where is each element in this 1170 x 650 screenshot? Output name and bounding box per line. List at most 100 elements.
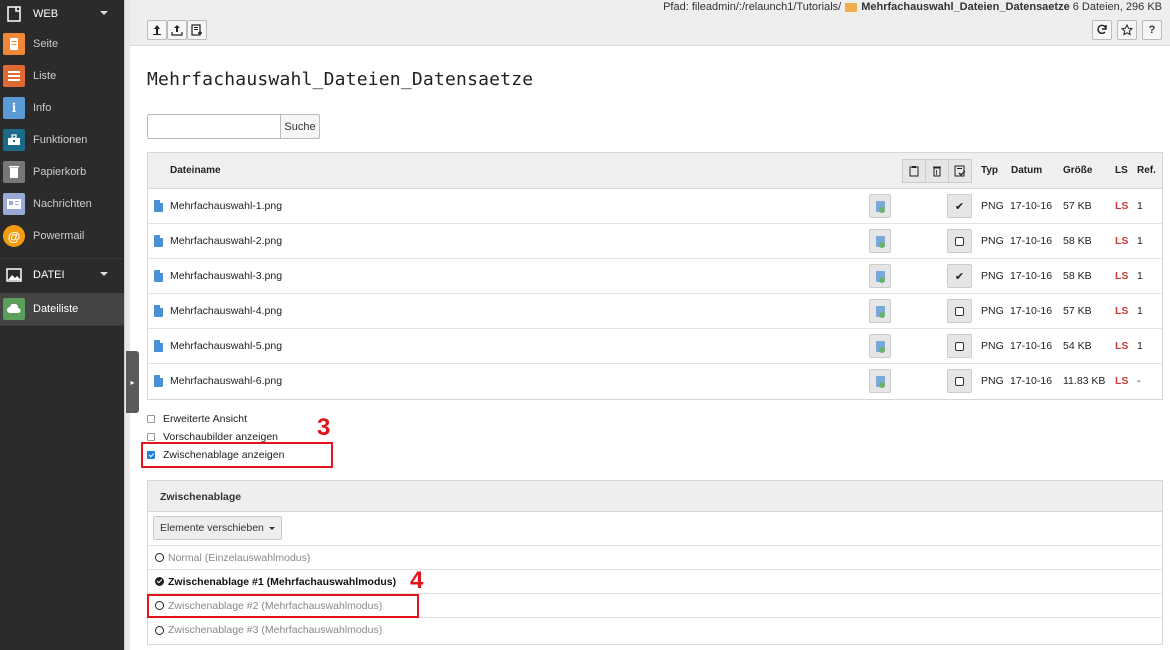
check-circle-icon[interactable] xyxy=(155,577,164,586)
file-refs[interactable]: 1 xyxy=(1137,270,1143,282)
module-item-seite[interactable]: Seite xyxy=(0,28,124,60)
new-file-button[interactable] xyxy=(187,20,207,40)
thumbnail-button[interactable] xyxy=(869,264,891,288)
file-name[interactable]: Mehrfachauswahl-5.png xyxy=(170,340,282,352)
file-refs[interactable]: 1 xyxy=(1137,305,1143,317)
table-row: Mehrfachauswahl-4.png PNG 17-10-16 57 KB… xyxy=(148,294,1162,329)
module-item-info[interactable]: i Info xyxy=(0,92,124,124)
sidebar-toggle-button[interactable]: ▸ xyxy=(126,351,139,413)
file-date: 17-10-16 xyxy=(1010,340,1053,352)
column-header-size[interactable]: Größe xyxy=(1063,165,1092,176)
thumbnail-button[interactable] xyxy=(869,334,891,358)
ls-link[interactable]: LS xyxy=(1115,340,1128,352)
select-checkbox[interactable]: ✔ xyxy=(947,194,972,218)
ls-link[interactable]: LS xyxy=(1115,270,1128,282)
file-name[interactable]: Mehrfachauswahl-6.png xyxy=(170,375,282,387)
column-header-type[interactable]: Typ xyxy=(981,165,998,176)
table-row: Mehrfachauswahl-5.png PNG 17-10-16 54 KB… xyxy=(148,329,1162,364)
radio-icon[interactable] xyxy=(155,553,164,562)
image-file-icon[interactable] xyxy=(154,375,163,387)
breadcrumb: Pfad: fileadmin/:/relaunch1/Tutorials/ M… xyxy=(663,1,1162,13)
module-group-web[interactable]: WEB xyxy=(0,0,124,28)
module-item-papierkorb[interactable]: Papierkorb xyxy=(0,156,124,188)
bookmark-button[interactable] xyxy=(1117,20,1137,40)
search-button[interactable]: Suche xyxy=(280,114,320,139)
file-type: PNG xyxy=(981,270,1004,282)
upload-icon xyxy=(171,25,183,36)
file-refs[interactable]: 1 xyxy=(1137,235,1143,247)
image-file-icon[interactable] xyxy=(154,270,163,282)
trash-icon xyxy=(933,166,941,177)
file-name[interactable]: Mehrfachauswahl-4.png xyxy=(170,305,282,317)
checkbox[interactable] xyxy=(147,415,155,423)
file-name[interactable]: Mehrfachauswahl-3.png xyxy=(170,270,282,282)
upload-level-up-button[interactable] xyxy=(147,20,167,40)
file-size: 11.83 KB xyxy=(1063,375,1106,387)
image-file-icon[interactable] xyxy=(154,200,163,212)
column-header-date[interactable]: Datum xyxy=(1011,165,1042,176)
module-item-label: Info xyxy=(33,102,52,114)
clipboard-title: Zwischenablage xyxy=(148,481,1162,512)
file-type: PNG xyxy=(981,235,1004,247)
thumbnail-button[interactable] xyxy=(869,229,891,253)
file-date: 17-10-16 xyxy=(1010,235,1053,247)
module-group-datei[interactable]: DATEI xyxy=(0,261,124,289)
file-name[interactable]: Mehrfachauswahl-1.png xyxy=(170,200,282,212)
module-item-liste[interactable]: Liste xyxy=(0,60,124,92)
clipboard-mode-3[interactable]: Zwischenablage #3 (Mehrfachauswahlmodus) xyxy=(148,618,1162,642)
clipboard-mode-normal[interactable]: Normal (Einzelauswahlmodus) xyxy=(148,546,1162,570)
select-checkbox[interactable] xyxy=(947,369,972,393)
image-file-icon[interactable] xyxy=(154,305,163,317)
help-icon: ? xyxy=(1148,24,1156,36)
thumbnail-button[interactable] xyxy=(869,369,891,393)
module-item-nachrichten[interactable]: Nachrichten xyxy=(0,188,124,220)
delete-marked-button[interactable] xyxy=(925,159,949,183)
reload-button[interactable] xyxy=(1092,20,1112,40)
check-icon: ✔ xyxy=(954,200,965,213)
column-header-name[interactable]: Dateiname xyxy=(170,165,221,176)
option-extended-view[interactable]: Erweiterte Ansicht xyxy=(147,413,247,425)
path-label: Pfad: fileadmin/:/relaunch1/Tutorials/ xyxy=(663,1,842,13)
image-file-icon[interactable] xyxy=(154,340,163,352)
file-refs: - xyxy=(1137,375,1141,387)
image-file-icon[interactable] xyxy=(154,235,163,247)
module-item-funktionen[interactable]: Funktionen xyxy=(0,124,124,156)
ls-link[interactable]: LS xyxy=(1115,235,1128,247)
file-refs[interactable]: 1 xyxy=(1137,340,1143,352)
folder-icon xyxy=(845,2,858,12)
file-refs[interactable]: 1 xyxy=(1137,200,1143,212)
file-type: PNG xyxy=(981,200,1004,212)
upload-button[interactable] xyxy=(167,20,187,40)
select-checkbox[interactable] xyxy=(947,334,972,358)
help-button[interactable]: ? xyxy=(1142,20,1162,40)
checkbox[interactable] xyxy=(147,433,155,441)
module-item-dateiliste[interactable]: Dateiliste xyxy=(0,293,124,325)
clipboard-action-dropdown[interactable]: Elemente verschieben xyxy=(153,516,282,540)
table-row: Mehrfachauswahl-3.png ✔ PNG 17-10-16 58 … xyxy=(148,259,1162,294)
ls-link[interactable]: LS xyxy=(1115,375,1128,387)
select-checkbox[interactable] xyxy=(947,229,972,253)
module-item-powermail[interactable]: @ Powermail xyxy=(0,220,124,252)
ls-link[interactable]: LS xyxy=(1115,305,1128,317)
table-row: Mehrfachauswahl-1.png ✔ PNG 17-10-16 57 … xyxy=(148,189,1162,224)
select-all-button[interactable] xyxy=(948,159,972,183)
select-checkbox[interactable]: ✔ xyxy=(947,264,972,288)
search-input[interactable] xyxy=(147,114,281,139)
chevron-down-icon xyxy=(100,272,108,276)
thumbnail-button[interactable] xyxy=(869,194,891,218)
thumbnail-button[interactable] xyxy=(869,299,891,323)
clipboard-mode-1[interactable]: Zwischenablage #1 (Mehrfachauswahlmodus) xyxy=(148,570,1162,594)
file-date: 17-10-16 xyxy=(1010,375,1053,387)
module-item-label: Nachrichten xyxy=(33,198,92,210)
news-icon xyxy=(3,193,25,215)
paste-button[interactable] xyxy=(902,159,926,183)
arrow-up-icon xyxy=(153,25,161,35)
filelist-icon xyxy=(3,298,25,320)
ls-link[interactable]: LS xyxy=(1115,200,1128,212)
radio-icon[interactable] xyxy=(155,625,164,635)
chevron-right-icon: ▸ xyxy=(130,377,135,387)
folder-name[interactable]: Mehrfachauswahl_Dateien_Datensaetze xyxy=(861,1,1069,13)
trash-icon xyxy=(3,161,25,183)
select-checkbox[interactable] xyxy=(947,299,972,323)
file-name[interactable]: Mehrfachauswahl-2.png xyxy=(170,235,282,247)
